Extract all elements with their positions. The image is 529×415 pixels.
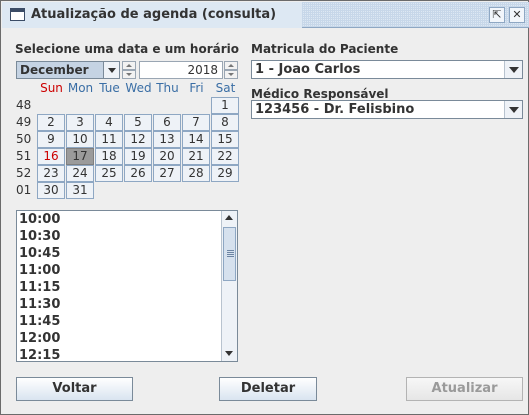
calendar-day[interactable]: 29 [211,165,239,182]
calendar-day[interactable]: 21 [182,148,210,165]
calendar-day[interactable]: 6 [153,114,181,131]
chevron-down-icon[interactable] [504,101,522,118]
week-number: 01 [16,183,32,197]
calendar-day[interactable]: 3 [66,114,94,131]
calendar-day[interactable]: 4 [95,114,123,131]
chevron-down-icon[interactable] [504,61,522,78]
calendar-day[interactable]: 8 [211,114,239,131]
calendar-day[interactable]: 24 [66,165,94,182]
month-spinner[interactable] [122,61,138,79]
calendar-day[interactable]: 22 [211,148,239,165]
calendar-day[interactable]: 23 [37,165,65,182]
close-icon[interactable]: ✕ [509,7,525,23]
calendar-day[interactable]: 14 [182,131,210,148]
calendar-day[interactable]: 26 [124,165,152,182]
title-bar[interactable]: Atualização de agenda (consulta) ⇱ ✕ [2,2,529,28]
scroll-down-icon[interactable] [222,347,237,361]
date-time-label: Selecione uma data e um horário [15,42,240,56]
patient-label: Matricula do Paciente [251,42,399,56]
calendar-day[interactable]: 13 [153,131,181,148]
update-button[interactable]: Atualizar [406,377,523,401]
spin-down-icon[interactable] [224,70,238,79]
restore-icon[interactable]: ⇱ [489,7,505,23]
year-spinner[interactable] [224,61,240,79]
doctor-label: Médico Responsável [251,87,389,101]
calendar-day[interactable]: 31 [66,182,94,199]
weekday-header: Tue [99,81,120,95]
scroll-thumb[interactable] [223,227,236,281]
calendar-day[interactable]: 2 [37,114,65,131]
week-number: 48 [16,98,32,112]
list-item[interactable]: 10:00 [19,211,219,228]
calendar-day[interactable]: 15 [211,131,239,148]
time-list[interactable]: 10:00 10:30 10:45 11:00 11:15 11:30 11:45 12:00… [16,210,238,362]
calendar-day[interactable]: 5 [124,114,152,131]
list-item[interactable]: 11:30 [19,296,219,313]
weekday-header: Fri [189,81,204,95]
month-select[interactable]: December [16,61,120,79]
calendar-day[interactable]: 10 [66,131,94,148]
spin-up-icon[interactable] [122,61,136,70]
list-item[interactable]: 12:00 [19,330,219,347]
week-number: 50 [16,132,32,146]
window-title: Atualização de agenda (consulta) [31,7,277,22]
doctor-value: 123456 - Dr. Felisbino [255,102,415,117]
window-icon [10,8,25,21]
calendar-day[interactable]: 17 [66,148,94,165]
spin-down-icon[interactable] [122,70,136,79]
weekday-header: Sat [215,81,236,95]
calendar-day[interactable]: 18 [95,148,123,165]
list-item[interactable]: 10:30 [19,228,219,245]
calendar-day[interactable]: 28 [182,165,210,182]
calendar-day[interactable]: 19 [124,148,152,165]
dialog-window: Atualização de agenda (consulta) ⇱ ✕ Sel… [0,0,529,415]
weekday-header: Wed [125,81,152,95]
back-button[interactable]: Voltar [16,377,133,401]
chevron-down-icon[interactable] [103,62,119,78]
calendar-day[interactable]: 9 [37,131,65,148]
calendar-day[interactable]: 7 [182,114,210,131]
calendar-day[interactable]: 1 [211,97,239,114]
month-value: December [20,63,89,77]
list-item[interactable]: 11:15 [19,279,219,296]
calendar-day[interactable]: 27 [153,165,181,182]
calendar-day[interactable]: 11 [95,131,123,148]
calendar-day[interactable]: 30 [37,182,65,199]
patient-select[interactable]: 1 - Joao Carlos [251,60,523,79]
weekday-header: Sun [40,81,63,95]
spin-up-icon[interactable] [224,61,238,70]
list-item[interactable]: 11:45 [19,313,219,330]
calendar-day[interactable]: 20 [153,148,181,165]
week-number: 52 [16,166,32,180]
year-input[interactable]: 2018 [139,61,223,79]
list-item[interactable]: 10:45 [19,245,219,262]
calendar-day[interactable]: 16 [37,148,65,165]
weekday-header: Thu [156,81,179,95]
patient-value: 1 - Joao Carlos [255,62,361,77]
scroll-up-icon[interactable] [222,211,237,225]
list-item[interactable]: 11:00 [19,262,219,279]
doctor-select[interactable]: 123456 - Dr. Felisbino [251,100,523,119]
week-number: 51 [16,149,32,163]
week-number: 49 [16,115,32,129]
vertical-scrollbar[interactable] [221,211,237,361]
list-item[interactable]: 12:15 [19,347,219,361]
calendar-day[interactable]: 25 [95,165,123,182]
weekday-header: Mon [67,81,94,95]
delete-button[interactable]: Deletar [219,377,317,401]
calendar-day[interactable]: 12 [124,131,152,148]
